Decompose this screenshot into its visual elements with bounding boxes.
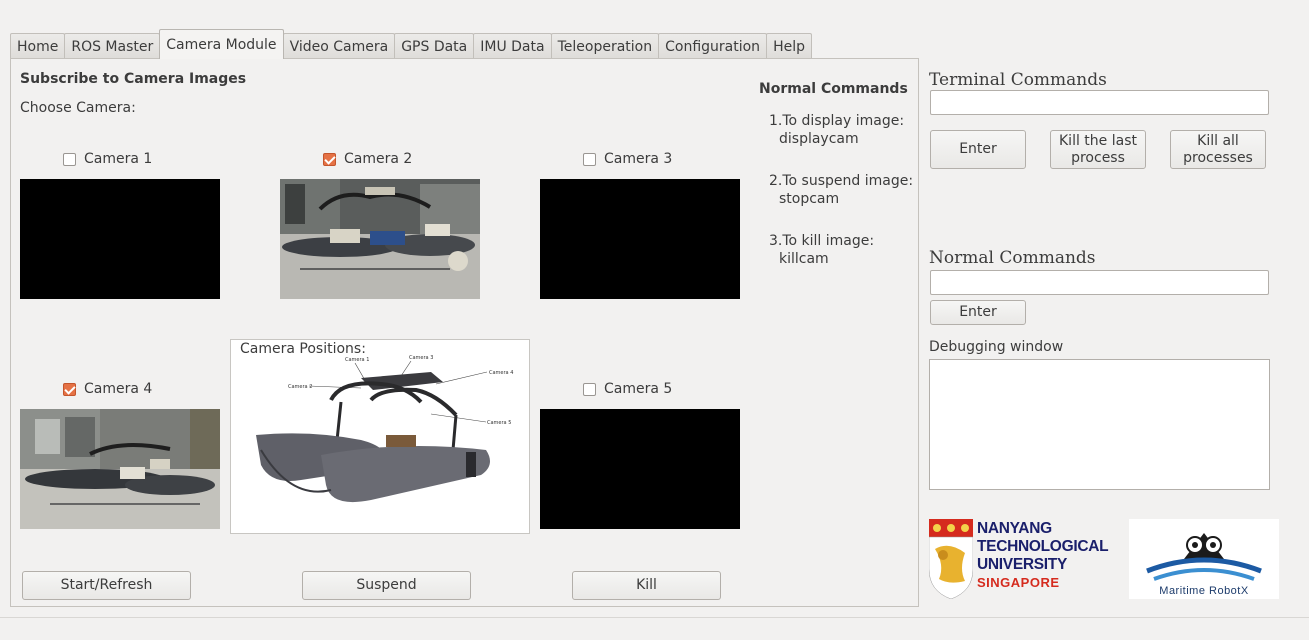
ntu-line3: UNIVERSITY: [977, 556, 1068, 573]
help-item-kill-cmd: killcam: [779, 251, 829, 267]
tab-imu-data[interactable]: IMU Data: [473, 33, 552, 59]
camera-4-label: Camera 4: [84, 381, 153, 397]
tab-gps-data[interactable]: GPS Data: [394, 33, 475, 59]
terminal-enter-button[interactable]: Enter: [930, 130, 1026, 169]
ntu-line4: SINGAPORE: [977, 575, 1060, 590]
tab-video-camera[interactable]: Video Camera: [282, 33, 396, 59]
help-item-suspend-line1: 2.To suspend image:: [769, 173, 914, 189]
camera-2-feed: [280, 179, 480, 299]
tab-camera-module[interactable]: Camera Module: [159, 29, 284, 59]
ntu-logo: NANYANG TECHNOLOGICAL UNIVERSITY SINGAPO…: [929, 519, 1109, 599]
normal-commands-help-title: Normal Commands: [759, 81, 908, 97]
camera-2-checkbox[interactable]: [323, 152, 336, 166]
normal-commands-title: Normal Commands: [929, 248, 1096, 268]
debugging-window-label: Debugging window: [929, 339, 1064, 355]
help-item-kill: 3.To kill image: killcam: [769, 232, 874, 268]
start-refresh-button[interactable]: Start/Refresh: [22, 571, 191, 600]
camera-1-checkbox[interactable]: [63, 152, 76, 166]
kill-all-line1: Kill all: [1197, 132, 1239, 149]
kill-all-processes-button[interactable]: Kill all processes: [1170, 130, 1266, 169]
camera-2-label: Camera 2: [344, 151, 413, 167]
choose-camera-label: Choose Camera:: [20, 100, 136, 116]
normal-enter-button[interactable]: Enter: [930, 300, 1026, 325]
diagram-camera-1-label: Camera 1: [345, 357, 369, 363]
camera-1-checkbox-row[interactable]: Camera 1: [63, 151, 152, 167]
ntu-line2: TECHNOLOGICAL: [977, 538, 1109, 555]
debugging-window[interactable]: [929, 359, 1270, 490]
kill-button[interactable]: Kill: [572, 571, 721, 600]
camera-1-label: Camera 1: [84, 151, 153, 167]
tab-help[interactable]: Help: [766, 33, 812, 59]
kill-last-line2: process: [1071, 149, 1125, 166]
diagram-camera-2-label: Camera 2: [288, 384, 312, 390]
camera-2-checkbox-row[interactable]: Camera 2: [323, 151, 412, 167]
diagram-camera-3-label: Camera 3: [409, 355, 433, 361]
tab-configuration[interactable]: Configuration: [658, 33, 768, 59]
robotx-logo: Maritime RobotX: [1129, 519, 1279, 599]
robotx-wordmark: Maritime RobotX: [1159, 585, 1249, 597]
kill-all-line2: processes: [1183, 149, 1253, 166]
diagram-camera-5-label: Camera 5: [487, 420, 511, 426]
help-item-suspend: 2.To suspend image: stopcam: [769, 172, 913, 208]
diagram-camera-4-label: Camera 4: [489, 370, 513, 376]
terminal-commands-title: Terminal Commands: [929, 70, 1107, 90]
help-item-display-line1: 1.To display image:: [769, 113, 905, 129]
tab-ros-master[interactable]: ROS Master: [64, 33, 161, 59]
tab-bar: Home ROS Master Camera Module Video Came…: [10, 29, 812, 59]
ntu-line1: NANYANG: [977, 520, 1052, 537]
help-item-kill-line1: 3.To kill image:: [769, 233, 875, 249]
help-item-display-cmd: displaycam: [779, 131, 859, 147]
help-item-display: 1.To display image: displaycam: [769, 112, 904, 148]
tab-teleoperation[interactable]: Teleoperation: [550, 33, 660, 59]
help-item-suspend-cmd: stopcam: [779, 191, 840, 207]
camera-3-label: Camera 3: [604, 151, 673, 167]
camera-3-checkbox-row[interactable]: Camera 3: [583, 151, 672, 167]
kill-last-process-button[interactable]: Kill the last process: [1050, 130, 1146, 169]
status-bar: [0, 617, 1309, 640]
panel-title: Subscribe to Camera Images: [20, 71, 247, 87]
camera-positions-diagram: Camera Positions: Camera 1 Camera 3 Came…: [230, 339, 530, 534]
camera-4-checkbox-row[interactable]: Camera 4: [63, 381, 152, 397]
normal-command-input[interactable]: [930, 270, 1269, 295]
camera-5-label: Camera 5: [604, 381, 673, 397]
camera-5-feed: [540, 409, 740, 529]
camera-5-checkbox[interactable]: [583, 382, 596, 396]
camera-3-checkbox[interactable]: [583, 152, 596, 166]
ntu-wordmark: NANYANG TECHNOLOGICAL UNIVERSITY SINGAPO…: [977, 520, 1109, 592]
camera-4-feed: [20, 409, 220, 529]
suspend-button[interactable]: Suspend: [302, 571, 471, 600]
camera-4-checkbox[interactable]: [63, 382, 76, 396]
camera-3-feed: [540, 179, 740, 299]
tab-home[interactable]: Home: [10, 33, 66, 59]
camera-5-checkbox-row[interactable]: Camera 5: [583, 381, 672, 397]
camera-1-feed: [20, 179, 220, 299]
terminal-command-input[interactable]: [930, 90, 1269, 115]
kill-last-line1: Kill the last: [1059, 132, 1137, 149]
